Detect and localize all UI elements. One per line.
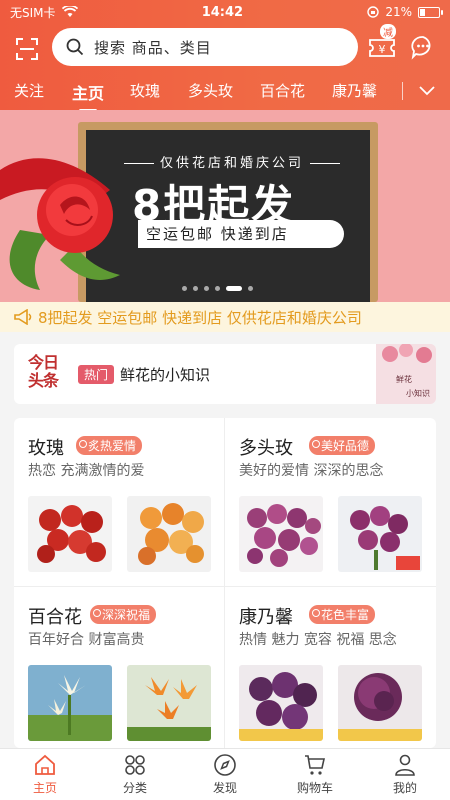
banner-top-line: 仅供花店和婚庆公司 <box>118 152 346 171</box>
category-multi-head-rose[interactable]: 多头玫 美好品德 美好的爱情 深深的思念 <box>225 418 436 586</box>
search-icon <box>66 38 84 56</box>
carousel-dot <box>248 286 253 291</box>
promo-banner[interactable]: 仅供花店和婚庆公司 8把起发 空运包邮 快递到店 <box>0 110 450 302</box>
carousel-indicator <box>182 286 253 291</box>
rose-image <box>0 158 120 290</box>
category-title: 百合花 <box>28 607 82 628</box>
product-image <box>28 496 112 572</box>
cart-icon <box>305 755 325 775</box>
rotation-lock-icon <box>367 6 380 18</box>
category-tag: 花色丰富 <box>309 605 376 624</box>
category-grid: 玫瑰 炙热爱情 热恋 充满激情的爱 多头玫 美好品德 美好的爱情 深深的思念 百… <box>14 418 436 748</box>
product-image <box>239 665 323 741</box>
product-image <box>338 496 422 572</box>
status-bar: 无SIM卡 14:42 21% <box>0 0 450 24</box>
svg-text:鲜花: 鲜花 <box>396 374 412 384</box>
tab-lily[interactable]: 百合花 <box>260 80 305 101</box>
tabs-divider <box>402 82 403 100</box>
user-icon <box>395 754 415 776</box>
message-icon[interactable] <box>410 34 436 60</box>
megaphone-icon <box>14 309 32 325</box>
category-tabs: 关注 主页 玫瑰 多头玫 百合花 康乃馨 <box>0 74 450 112</box>
product-image <box>28 665 112 741</box>
product-image <box>338 665 422 741</box>
tabbar-category[interactable]: 分类 <box>100 753 170 796</box>
tab-rose[interactable]: 玫瑰 <box>130 80 160 101</box>
tabbar-cart[interactable]: 购物车 <box>280 753 350 796</box>
notice-bar[interactable]: 8把起发 空运包邮 快递到店 仅供花店和婚庆公司 <box>0 302 450 332</box>
category-rose[interactable]: 玫瑰 炙热爱情 热恋 充满激情的爱 <box>14 418 225 586</box>
chevron-down-icon[interactable] <box>418 82 436 98</box>
category-tag: 炙热爱情 <box>76 436 143 455</box>
tab-home[interactable]: 主页 <box>72 80 104 112</box>
tabbar-profile[interactable]: 我的 <box>370 753 440 796</box>
product-image <box>127 496 211 572</box>
clock: 14:42 <box>201 4 244 20</box>
bottom-tab-bar: 主页 分类 发现 购物车 我的 <box>0 748 450 800</box>
category-desc: 热情 魅力 宽容 祝福 思念 <box>239 632 397 648</box>
category-lily[interactable]: 百合花 深深祝福 百年好合 财富高贵 <box>14 587 225 748</box>
category-title: 康乃馨 <box>239 607 293 628</box>
battery-percent: 21% <box>385 5 412 19</box>
headline-text: 鲜花的小知识 <box>120 366 211 384</box>
toutiao-logo: 今日 头条 <box>28 353 59 390</box>
carrier-label: 无SIM卡 <box>10 5 56 20</box>
product-image <box>127 665 211 741</box>
tabbar-discover[interactable]: 发现 <box>190 753 260 796</box>
category-desc: 热恋 充满激情的爱 <box>28 463 145 479</box>
home-icon <box>35 754 55 775</box>
category-tag: 深深祝福 <box>90 605 157 624</box>
carousel-dot <box>204 286 209 291</box>
tab-follow[interactable]: 关注 <box>14 80 44 101</box>
category-desc: 百年好合 财富高贵 <box>28 632 145 648</box>
hot-badge: 热门 <box>78 365 115 384</box>
headline-thumbnail: 鲜花 小知识 <box>376 344 436 404</box>
category-title: 多头玫 <box>239 438 293 459</box>
headline-card[interactable]: 今日 头条 热门 鲜花的小知识 鲜花 小知识 <box>14 344 436 404</box>
svg-text:¥: ¥ <box>379 43 386 56</box>
coupon-badge: 减 <box>380 24 396 39</box>
search-bar[interactable]: 搜索 商品、类目 <box>52 28 358 66</box>
notice-text: 8把起发 空运包邮 快递到店 仅供花店和婚庆公司 <box>38 308 362 327</box>
category-tag: 美好品德 <box>309 436 376 455</box>
carousel-dot <box>182 286 187 291</box>
category-desc: 美好的爱情 深深的思念 <box>239 463 384 479</box>
svg-text:小知识: 小知识 <box>406 388 430 398</box>
category-title: 玫瑰 <box>28 438 64 459</box>
compass-icon <box>214 754 236 776</box>
grid-icon <box>125 755 145 775</box>
tab-carnation[interactable]: 康乃馨 <box>332 80 377 101</box>
banner-subline: 空运包邮 快递到店 <box>138 220 344 248</box>
carousel-dot-active <box>226 286 242 291</box>
tabbar-home[interactable]: 主页 <box>10 753 80 796</box>
carousel-dot <box>215 286 220 291</box>
product-image <box>239 496 323 572</box>
app-header: 无SIM卡 14:42 21% 搜索 商品、类目 ¥ 减 关注 主页 玫瑰 多头… <box>0 0 450 112</box>
search-placeholder: 搜索 商品、类目 <box>94 38 212 57</box>
scan-icon[interactable] <box>15 37 39 61</box>
battery-icon <box>417 6 443 18</box>
tab-multi-head-rose[interactable]: 多头玫 <box>188 80 233 101</box>
carousel-dot <box>193 286 198 291</box>
wifi-icon <box>61 6 78 17</box>
category-carnation[interactable]: 康乃馨 花色丰富 热情 魅力 宽容 祝福 思念 <box>225 587 436 748</box>
